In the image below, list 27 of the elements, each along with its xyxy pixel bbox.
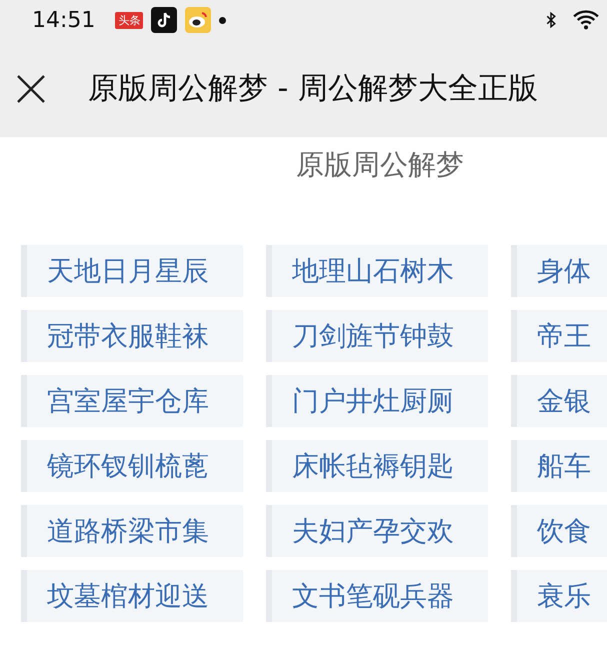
- category-link[interactable]: 宫室屋宇仓库: [21, 375, 243, 427]
- category-link[interactable]: 门户井灶厨厕: [266, 375, 488, 427]
- news-app-icon: 头条: [115, 12, 144, 28]
- page-title: 原版周公解梦 - 周公解梦大全正版: [88, 70, 538, 108]
- category-link[interactable]: 坟墓棺材迎送: [21, 570, 243, 622]
- category-link[interactable]: 天地日月星辰: [21, 245, 243, 297]
- category-link[interactable]: 道路桥梁市集: [21, 505, 243, 557]
- bluetooth-icon: [545, 10, 557, 30]
- category-link[interactable]: 床帐毡褥钥匙: [266, 440, 488, 492]
- category-link[interactable]: 镜环钗钏梳蓖: [21, 440, 243, 492]
- category-link[interactable]: 文书笔砚兵器: [266, 570, 488, 622]
- category-link[interactable]: 饮食: [511, 505, 607, 557]
- wifi-icon: [571, 9, 601, 31]
- category-link[interactable]: 金银: [511, 375, 607, 427]
- category-link[interactable]: 夫妇产孕交欢: [266, 505, 488, 557]
- status-time: 14:51: [32, 8, 96, 32]
- category-link[interactable]: 船车: [511, 440, 607, 492]
- eye-app-icon: [185, 7, 212, 33]
- page-heading: 原版周公解梦: [295, 147, 465, 183]
- category-link[interactable]: 衰乐: [511, 570, 607, 622]
- category-link[interactable]: 地理山石树木: [266, 245, 488, 297]
- category-link[interactable]: 身体: [511, 245, 607, 297]
- close-icon[interactable]: [16, 74, 46, 104]
- category-link[interactable]: 刀剑旌节钟鼓: [266, 310, 488, 362]
- category-link[interactable]: 冠带衣服鞋袜: [21, 310, 243, 362]
- category-link[interactable]: 帝王: [511, 310, 607, 362]
- music-note-app-icon: [151, 7, 178, 33]
